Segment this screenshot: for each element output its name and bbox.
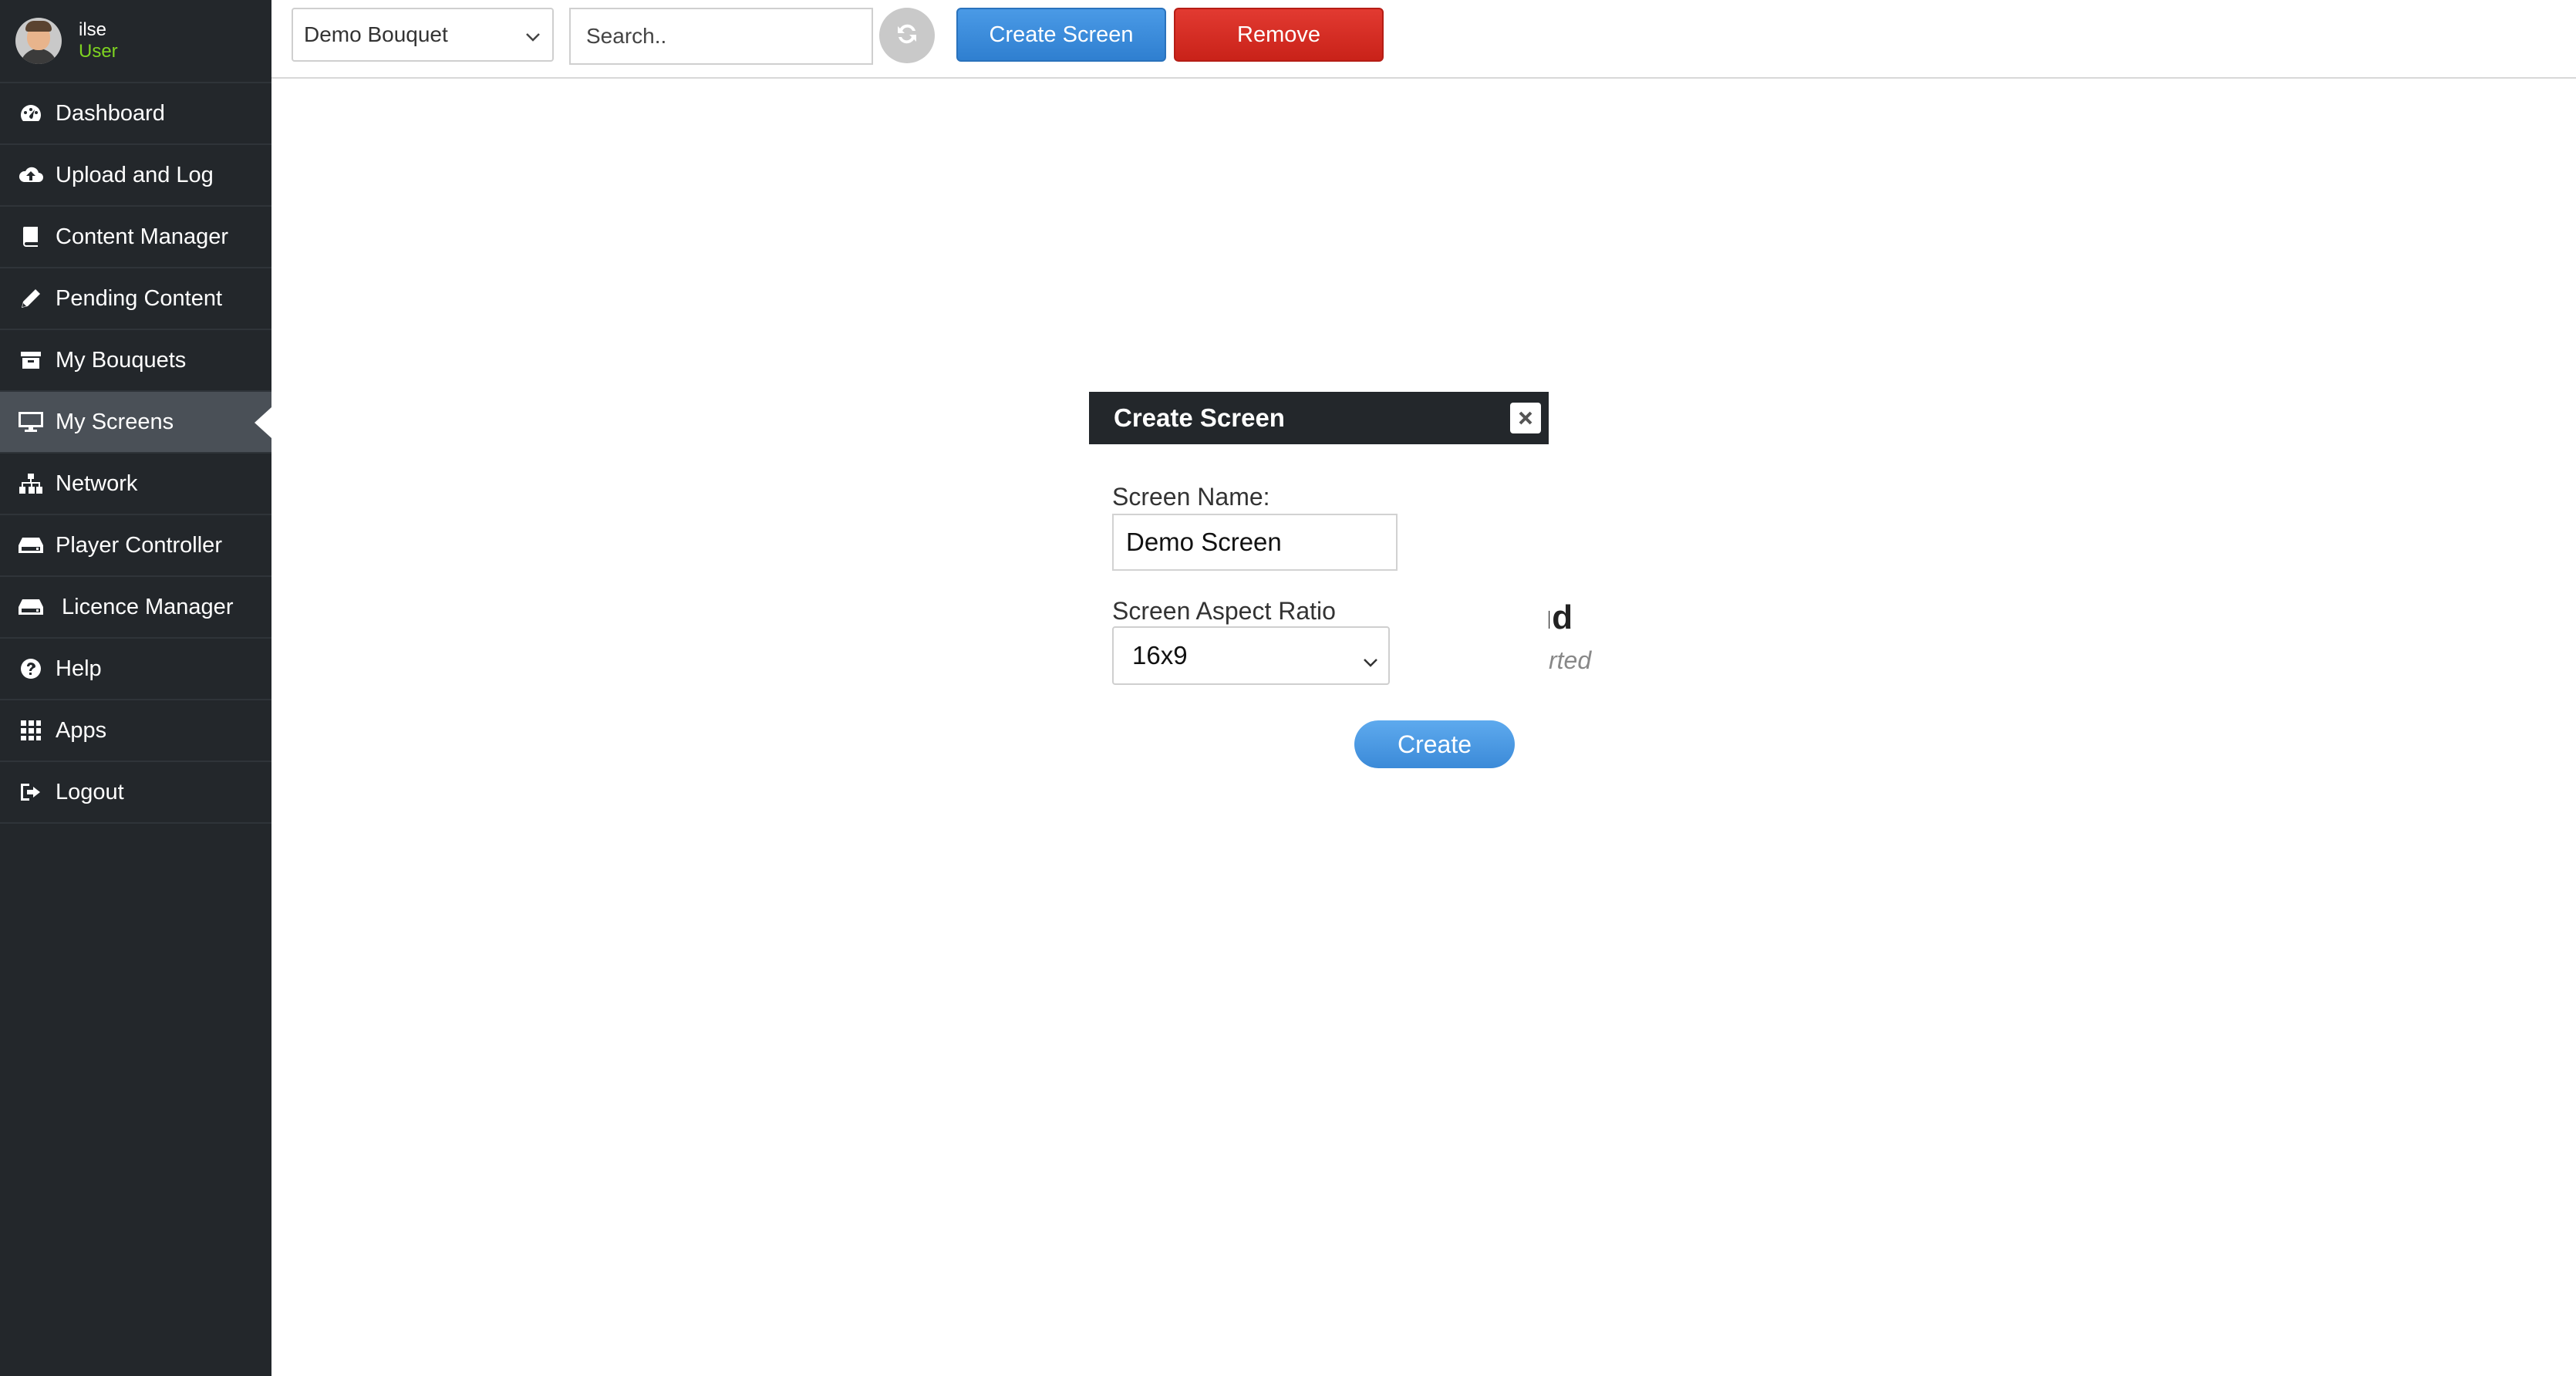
refresh-button[interactable] [879, 8, 935, 63]
aspect-ratio-select[interactable]: 16x9 [1112, 626, 1390, 685]
archive-icon [17, 349, 45, 372]
refresh-icon [892, 19, 922, 52]
sitemap-icon [17, 472, 45, 495]
modal-title: Create Screen [1114, 403, 1285, 432]
sidebar-item-dashboard[interactable]: Dashboard [0, 83, 271, 145]
desktop-icon [17, 410, 45, 433]
question-circle-icon [17, 657, 45, 680]
sidebar-item-licence-manager[interactable]: Licence Manager [0, 577, 271, 639]
grid-icon [17, 719, 45, 742]
create-screen-modal: Create Screen Screen Name: Screen Aspect… [1089, 392, 1549, 777]
user-profile[interactable]: ilse User [0, 0, 271, 83]
aspect-ratio-value: 16x9 [1132, 641, 1188, 669]
top-toolbar: Demo Bouquet Create Screen Remove [271, 0, 2576, 79]
avatar [15, 18, 62, 64]
screen-name-input[interactable] [1112, 514, 1398, 571]
sidebar-item-network[interactable]: Network [0, 454, 271, 515]
sidebar-item-logout[interactable]: Logout [0, 762, 271, 824]
sidebar-item-label: Logout [56, 779, 124, 804]
sidebar-item-label: Player Controller [56, 532, 222, 558]
modal-header: Create Screen [1089, 392, 1549, 444]
sidebar-item-label: My Screens [56, 409, 174, 434]
create-screen-button[interactable]: Create Screen [956, 8, 1166, 62]
sidebar-item-my-screens[interactable]: My Screens [0, 392, 271, 454]
sidebar-item-help[interactable]: Help [0, 639, 271, 700]
sidebar-item-label: My Bouquets [56, 347, 187, 373]
bouquet-select[interactable]: Demo Bouquet [292, 8, 554, 62]
create-button[interactable]: Create [1354, 720, 1515, 768]
screen-name-label: Screen Name: [1112, 483, 1270, 511]
sidebar-item-label: Dashboard [56, 100, 165, 126]
sidebar-item-label: Content Manager [56, 224, 229, 249]
remove-button[interactable]: Remove [1174, 8, 1384, 62]
chevron-down-icon [524, 26, 541, 51]
book-icon [17, 225, 45, 248]
close-icon [1517, 403, 1534, 433]
close-button[interactable] [1510, 403, 1541, 433]
sidebar-item-label: Network [56, 470, 138, 496]
sidebar-item-apps[interactable]: Apps [0, 700, 271, 762]
sidebar-item-my-bouquets[interactable]: My Bouquets [0, 330, 271, 392]
sidebar: ilse User Dashboard Upload and Log Conte… [0, 0, 271, 1376]
user-name: ilse [79, 19, 107, 41]
sidebar-item-player-controller[interactable]: Player Controller [0, 515, 271, 577]
pencil-icon [17, 287, 45, 310]
sidebar-item-content-manager[interactable]: Content Manager [0, 207, 271, 268]
sidebar-item-pending-content[interactable]: Pending Content [0, 268, 271, 330]
bouquet-select-value: Demo Bouquet [304, 22, 448, 46]
user-role: User [79, 41, 118, 62]
sidebar-item-label: Upload and Log [56, 162, 214, 187]
sidebar-item-label: Help [56, 656, 102, 681]
sidebar-item-label: Pending Content [56, 285, 223, 311]
cloud-upload-icon [17, 164, 45, 187]
chevron-down-icon [1362, 648, 1379, 677]
sidebar-item-label: Apps [56, 717, 107, 743]
search-input[interactable] [569, 8, 873, 65]
sidebar-item-label: Licence Manager [62, 594, 234, 619]
background-subtitle-fragment: rted [1549, 646, 1592, 674]
hdd-icon [17, 595, 45, 619]
aspect-ratio-label: Screen Aspect Ratio [1112, 597, 1336, 625]
sidebar-item-upload-and-log[interactable]: Upload and Log [0, 145, 271, 207]
dashboard-icon [17, 102, 45, 125]
hdd-icon [17, 534, 45, 557]
sidebar-nav: Dashboard Upload and Log Content Manager… [0, 83, 271, 824]
sign-out-icon [17, 781, 45, 804]
